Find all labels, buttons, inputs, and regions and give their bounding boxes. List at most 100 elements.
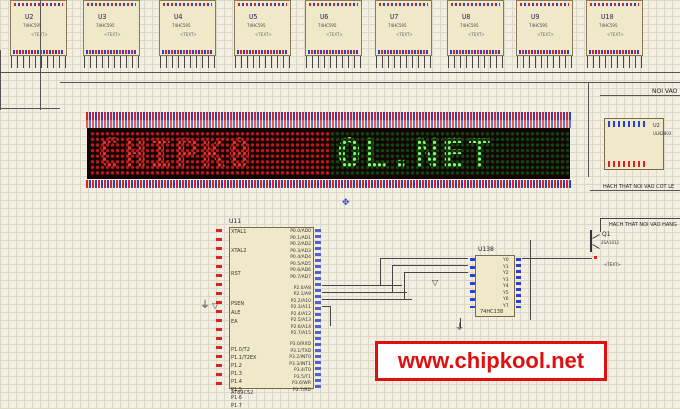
led-pin-row-bottom: [86, 180, 572, 188]
chip-u3[interactable]: U3 74HC595 <TEXT>: [83, 0, 140, 68]
chip-part: 74HC595: [172, 23, 191, 28]
chip-u4[interactable]: U4 74HC595 <TEXT>: [159, 0, 216, 68]
mcu-pin: P3.4/T0: [294, 368, 311, 373]
mcu-right-pins: P0.0/AD0 P0.1/AD1 P0.2/AD2 P0.3/AD3 P0.4…: [289, 229, 311, 393]
chip-label: U2: [653, 123, 660, 129]
net-label-row-mid: HACH THAT NOI VAO COT LE: [603, 184, 675, 190]
mcu-pin: P0.0/AD0: [290, 229, 311, 234]
chip-label: U10: [601, 13, 614, 21]
mcu-pin: P2.7/A15: [290, 331, 311, 336]
chip-part: 74HC595: [599, 23, 618, 28]
mcu-pin: P0.2/AD2: [290, 242, 311, 247]
mcu-pin: P3.2/INT0: [289, 355, 311, 360]
transistor-lead: [592, 234, 600, 239]
pin-strip: [86, 50, 137, 54]
decoder-output-pin: Y3: [503, 277, 509, 283]
chip-part: 74HC595: [23, 23, 42, 28]
transistor-base-bar: [590, 230, 592, 252]
transistor-text: <TEXT>: [604, 262, 621, 267]
mcu-pin: P1.4: [231, 379, 242, 385]
decoder-pin-markers: [470, 258, 475, 308]
chip-u7[interactable]: U7 74HC595 <TEXT>: [375, 0, 432, 68]
wire: [322, 285, 402, 286]
chip-part: 74HC595: [96, 23, 115, 28]
chip-legs: [11, 56, 66, 68]
transistor-label: Q1: [602, 231, 611, 238]
bus-horizontal: [0, 108, 60, 109]
chip-text: <TEXT>: [104, 32, 121, 37]
wire: [322, 292, 407, 293]
mcu-pin: P0.1/AD1: [290, 235, 311, 241]
mcu-pin: P2.6/A14: [290, 324, 311, 330]
wire: [600, 218, 680, 219]
mcu-pin: P3.7/RD: [293, 387, 311, 393]
mcu-pin: P2.0/A8: [293, 285, 311, 291]
chip-part: 74HC595: [247, 23, 266, 28]
bus-horizontal: [60, 82, 680, 83]
transistor-part: 2SA1012: [601, 240, 620, 245]
chip-u6[interactable]: U6 74HC595 <TEXT>: [305, 0, 362, 68]
chip-label: U8: [462, 13, 471, 21]
wire: [522, 258, 592, 259]
chip-label: U3: [98, 13, 107, 21]
decoder-74hc138[interactable]: [475, 255, 515, 317]
chip-u8[interactable]: U8 74HC595 <TEXT>: [447, 0, 504, 68]
transistor-q1[interactable]: [586, 230, 600, 259]
pin-strip: [590, 3, 639, 6]
pin-strip: [163, 3, 212, 6]
mcu-pin: P0.4/AD4: [290, 255, 311, 260]
pin-strip: [13, 50, 64, 54]
pin-strip: [162, 50, 213, 54]
mcu-pin: P3.0/RXD: [289, 342, 311, 347]
decoder-outputs: Y0 Y1 Y2 Y3 Y4 Y5 Y6 Y7: [503, 258, 509, 309]
right-driver-chip[interactable]: U2 ULN2803: [604, 118, 671, 170]
cursor-crosshair-icon: ✥: [342, 198, 350, 208]
transistor-lead: [592, 244, 600, 249]
chip-u5[interactable]: U5 74HC595 <TEXT>: [234, 0, 291, 68]
mcu-pin: P2.4/A12: [290, 311, 311, 317]
mcu-pin: P1.1/T2EX: [231, 355, 257, 361]
bus-horizontal: [600, 95, 680, 96]
mcu-pin: P1.5: [231, 387, 242, 393]
pin-strip: [378, 50, 429, 54]
mcu-pin: P0.5/AD5: [290, 261, 311, 267]
pin-strip: [379, 3, 428, 6]
chip-part: 74HC595: [529, 23, 548, 28]
mcu-pin: XTAL1: [231, 229, 247, 235]
mcu-pin: P1.2: [231, 363, 242, 369]
mcu-pin: P3.1/TXD: [290, 348, 311, 354]
chip-u2[interactable]: U2 74HC595 <TEXT>: [10, 0, 67, 68]
wire: [380, 258, 468, 259]
website-url: www.chipkool.net: [397, 348, 585, 373]
chip-label: U5: [249, 13, 258, 21]
chip-u9[interactable]: U9 74HC595 <TEXT>: [516, 0, 573, 68]
wire: [322, 299, 412, 300]
bus-vertical: [0, 50, 1, 110]
wire: [530, 240, 531, 320]
chip-part: 74HC595: [318, 23, 337, 28]
wire: [330, 306, 331, 326]
pin-strip: [238, 3, 287, 6]
decoder-label: U138: [478, 246, 494, 253]
wire: [380, 258, 381, 286]
chip-label: U9: [531, 13, 540, 21]
wire: [404, 272, 405, 300]
chip-legs: [235, 56, 290, 68]
chip-legs: [306, 56, 361, 68]
chip-label: U6: [320, 13, 329, 21]
mcu-pin: ALE: [231, 310, 241, 316]
chip-u10[interactable]: U10 74HC595 <TEXT>: [586, 0, 643, 68]
pin-strip: [519, 50, 570, 54]
mcu-pin: P3.5/T1: [294, 374, 311, 380]
decoder-pin-markers: [516, 258, 521, 308]
mcu-pin: P1.6: [231, 395, 242, 401]
bus-horizontal: [590, 190, 680, 191]
mcu-pin: RST: [231, 271, 241, 277]
decoder-part: 74HC138: [480, 309, 504, 315]
pin-strip: [608, 161, 648, 167]
mcu-pin: P2.5/A13: [290, 318, 311, 323]
decoder-output-pin: Y0: [503, 258, 509, 263]
decoder-output-pin: Y2: [503, 271, 509, 276]
led-pin-row-top: [86, 112, 572, 120]
mcu-pin: P2.2/A10: [290, 298, 311, 304]
